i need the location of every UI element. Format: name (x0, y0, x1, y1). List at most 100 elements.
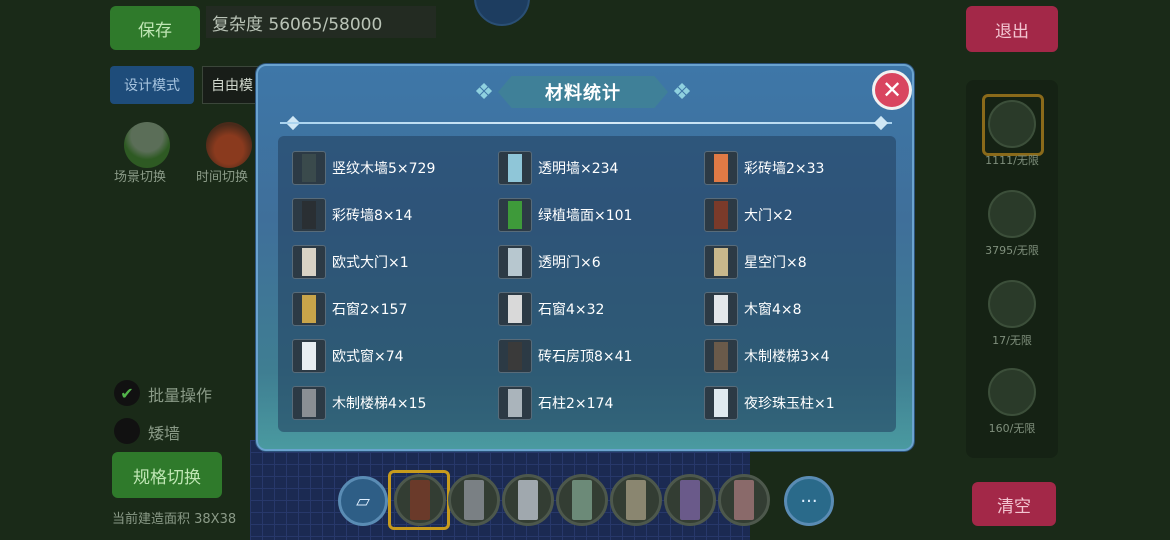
material-item: 木制楼梯3×4 (704, 338, 904, 374)
material-item-label: 彩砖墙2×33 (744, 161, 825, 177)
wall-swatch-icon (464, 480, 484, 520)
star-door-icon (704, 245, 738, 279)
panel-item[interactable]: 3795/无限 (978, 190, 1046, 260)
euro-window-icon (292, 339, 326, 373)
toolbar-slot[interactable] (502, 474, 554, 526)
material-item: 透明墙×234 (498, 150, 698, 186)
material-item-label: 透明墙×234 (538, 161, 619, 177)
close-icon: ✕ (881, 76, 903, 104)
toolbar-slot[interactable] (448, 474, 500, 526)
material-item: 绿植墙面×101 (498, 197, 698, 233)
panel-item-count: 17/无限 (992, 334, 1032, 347)
color-brick-icon (704, 151, 738, 185)
pearl-pillar-icon (704, 386, 738, 420)
glass-door-icon (498, 245, 532, 279)
panel-item-count: 160/无限 (988, 422, 1036, 435)
material-item: 彩砖墙2×33 (704, 150, 904, 186)
wood-window-icon (704, 292, 738, 326)
big-door-icon (704, 198, 738, 232)
material-item-label: 欧式窗×74 (332, 349, 404, 365)
door-icon (988, 280, 1036, 328)
build-area-text: 当前建造面积 38X38 (112, 512, 237, 527)
stone-window-icon (292, 292, 326, 326)
material-item: 竖纹木墙5×729 (292, 150, 492, 186)
free-mode-button[interactable]: 自由模 (202, 66, 262, 104)
low-wall-label: 矮墙 (148, 424, 181, 443)
panel-item[interactable]: 17/无限 (978, 280, 1046, 350)
batch-checkbox[interactable]: ✔ (114, 380, 140, 406)
batch-label: 批量操作 (148, 386, 213, 405)
dialog-title-bar: ❖ 材料统计 ❖ (468, 74, 698, 110)
time-switch-icon[interactable] (206, 122, 252, 168)
material-item: 透明门×6 (498, 244, 698, 280)
material-item: 砖石房顶8×41 (498, 338, 698, 374)
material-item: 石柱2×174 (498, 385, 698, 421)
material-item-label: 星空门×8 (744, 255, 807, 271)
scene-switch-label: 场景切换 (114, 170, 167, 185)
more-button[interactable]: ··· (784, 476, 834, 526)
eraser-icon[interactable]: ▱ (338, 476, 388, 526)
stone-window-2-icon (498, 292, 532, 326)
toolbar-slot[interactable] (664, 474, 716, 526)
dialog-title: 材料统计 (498, 76, 668, 108)
save-button[interactable]: 保存 (110, 6, 200, 50)
material-item-label: 石窗2×157 (332, 302, 408, 318)
wall-block-icon (988, 100, 1036, 148)
title-divider (280, 122, 892, 124)
material-item: 欧式窗×74 (292, 338, 492, 374)
panel-item-count: 1111/无限 (985, 154, 1039, 167)
divider-ornament-right (873, 115, 889, 131)
material-item-label: 砖石房顶8×41 (538, 349, 633, 365)
toolbar-slot[interactable] (394, 474, 446, 526)
design-mode-button[interactable]: 设计模式 (110, 66, 194, 104)
material-item-label: 木制楼梯4×15 (332, 396, 427, 412)
material-item: 石窗2×157 (292, 291, 492, 327)
material-item-label: 石窗4×32 (538, 302, 605, 318)
material-item-label: 欧式大门×1 (332, 255, 409, 271)
bookmark-icon[interactable] (474, 0, 530, 26)
material-item: 石窗4×32 (498, 291, 698, 327)
clear-button[interactable]: 清空 (972, 482, 1056, 526)
material-stats-dialog: ❖ 材料统计 ❖ ✕ 竖纹木墙5×729 透明墙×234 彩砖墙2×33 彩砖墙8×1… (256, 64, 914, 451)
material-item: 欧式大门×1 (292, 244, 492, 280)
spec-switch-button[interactable]: 规格切换 (112, 452, 222, 498)
complexity-counter: 复杂度 56065/58000 (206, 6, 436, 38)
material-item: 大门×2 (704, 197, 904, 233)
brick-icon (988, 190, 1036, 238)
ornament-right-icon: ❖ (672, 79, 692, 105)
panel-item[interactable]: 160/无限 (978, 368, 1046, 438)
material-item-label: 彩砖墙8×14 (332, 208, 413, 224)
material-item: 彩砖墙8×14 (292, 197, 492, 233)
material-item-label: 木窗4×8 (744, 302, 802, 318)
euro-gate-icon (292, 245, 326, 279)
panel-item-count: 3795/无限 (985, 244, 1039, 257)
material-item-label: 竖纹木墙5×729 (332, 161, 436, 177)
material-item-label: 石柱2×174 (538, 396, 614, 412)
scene-switch-icon[interactable] (124, 122, 170, 168)
material-item-label: 夜珍珠玉柱×1 (744, 396, 835, 412)
wall-swatch-icon (734, 480, 754, 520)
toolbar-slot[interactable] (556, 474, 608, 526)
ornament-left-icon: ❖ (474, 79, 494, 105)
wall-swatch-icon (626, 480, 646, 520)
material-item: 夜珍珠玉柱×1 (704, 385, 904, 421)
toolbar-slot[interactable] (610, 474, 662, 526)
wood-stairs-icon (704, 339, 738, 373)
stone-pillar-icon (498, 386, 532, 420)
toolbar-slot[interactable] (718, 474, 770, 526)
material-item-label: 木制楼梯3×4 (744, 349, 830, 365)
wall-swatch-icon (680, 480, 700, 520)
green-wall-icon (498, 198, 532, 232)
frame-icon (988, 368, 1036, 416)
material-item-label: 绿植墙面×101 (538, 208, 633, 224)
low-wall-checkbox[interactable] (114, 418, 140, 444)
material-side-panel: 1111/无限 3795/无限 17/无限 160/无限 (966, 80, 1058, 458)
close-button[interactable]: ✕ (872, 70, 912, 110)
panel-item[interactable]: 1111/无限 (978, 100, 1046, 170)
wall-swatch-icon (572, 480, 592, 520)
material-item-label: 透明门×6 (538, 255, 601, 271)
wood-stairs-2-icon (292, 386, 326, 420)
exit-button[interactable]: 退出 (966, 6, 1058, 52)
material-list: 竖纹木墙5×729 透明墙×234 彩砖墙2×33 彩砖墙8×14 绿植墙面×101 大门… (278, 136, 896, 432)
wall-swatch-icon (410, 480, 430, 520)
